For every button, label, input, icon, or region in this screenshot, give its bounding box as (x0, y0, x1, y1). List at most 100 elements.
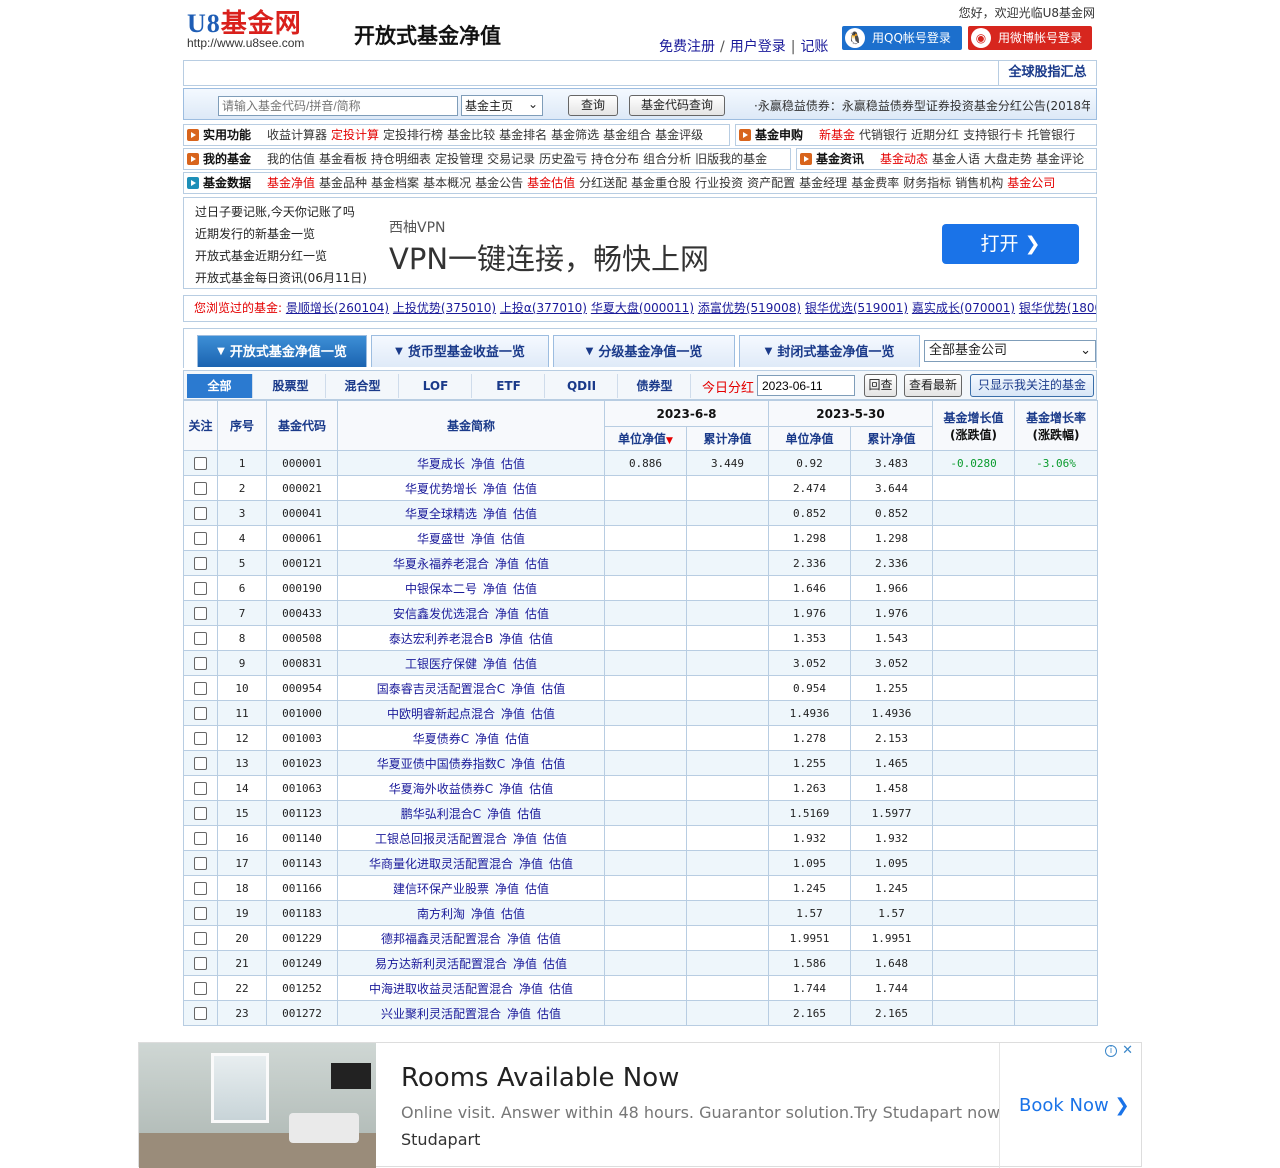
nav-link[interactable]: 净值 (513, 832, 537, 846)
fund-name-link[interactable]: 易方达新利灵活配置混合 (375, 957, 507, 971)
menu-link[interactable]: 定投计算 (331, 128, 379, 142)
menu-link[interactable]: 财务指标 (903, 176, 951, 190)
follow-checkbox[interactable] (194, 981, 207, 995)
cell-code[interactable]: 000121 (266, 550, 338, 576)
estimate-link[interactable]: 估值 (501, 907, 525, 921)
login-link[interactable]: 用户登录 (730, 39, 786, 55)
cell-code[interactable]: 001023 (266, 750, 338, 776)
menu-link[interactable]: 定投排行榜 (383, 128, 443, 142)
cell-code[interactable]: 000061 (266, 525, 338, 551)
fund-name-link[interactable]: 工银医疗保健 (405, 657, 477, 671)
col-accum-nav-1[interactable]: 累计净值 (686, 426, 769, 451)
tab-closed-fund[interactable]: ▼ 封闭式基金净值一览 (739, 335, 920, 367)
view-latest-button[interactable]: 查看最新 (904, 374, 962, 397)
estimate-link[interactable]: 估值 (549, 982, 573, 996)
browsed-fund-link[interactable]: 银华优势(180001) (1019, 301, 1096, 315)
menu-link[interactable]: 基金评论 (1036, 152, 1084, 166)
nav-link[interactable]: 净值 (495, 607, 519, 621)
fund-name-link[interactable]: 华夏亚债中国债券指数C (377, 757, 505, 771)
menu-link[interactable]: 基金重仓股 (631, 176, 691, 190)
nav-link[interactable]: 净值 (471, 532, 495, 546)
cell-code[interactable]: 000190 (266, 575, 338, 601)
fund-name-link[interactable]: 华夏成长 (417, 457, 465, 471)
nav-link[interactable]: 净值 (513, 957, 537, 971)
follow-checkbox[interactable] (194, 956, 207, 970)
nav-link[interactable]: 净值 (471, 457, 495, 471)
nav-link[interactable]: 净值 (475, 732, 499, 746)
filter-all[interactable]: 全部 (187, 374, 253, 398)
follow-checkbox[interactable] (194, 1006, 207, 1020)
fund-search-input[interactable] (218, 96, 458, 116)
tab-graded-fund[interactable]: ▼ 分级基金净值一览 (553, 335, 735, 367)
filter-bond[interactable]: 债券型 (619, 374, 691, 398)
menu-link[interactable]: 托管银行 (1027, 128, 1075, 142)
fund-name-link[interactable]: 工银总回报灵活配置混合 (375, 832, 507, 846)
fund-name-link[interactable]: 兴业聚利灵活配置混合 (381, 1007, 501, 1021)
bookkeeping-link[interactable]: 记账 (800, 39, 828, 55)
news-item[interactable]: 开放式基金近期分红一览 (195, 245, 367, 267)
nav-link[interactable]: 净值 (511, 757, 535, 771)
query-button[interactable]: 查询 (568, 95, 618, 116)
follow-checkbox[interactable] (194, 781, 207, 795)
news-item[interactable]: 过日子要记账,今天你记账了吗 (195, 201, 367, 223)
menu-link[interactable]: 旧版我的基金 (695, 152, 767, 166)
follow-checkbox[interactable] (194, 556, 207, 570)
tab-open-fund[interactable]: ▼ 开放式基金净值一览 (197, 335, 367, 367)
estimate-link[interactable]: 估值 (549, 857, 573, 871)
ad-open-button[interactable]: 打开 ❯ (942, 224, 1079, 264)
menu-link[interactable]: 交易记录 (487, 152, 535, 166)
cell-code[interactable]: 000041 (266, 500, 338, 526)
estimate-link[interactable]: 估值 (531, 707, 555, 721)
filter-qdii[interactable]: QDII (546, 374, 618, 398)
menu-link[interactable]: 定投管理 (435, 152, 483, 166)
fund-name-link[interactable]: 中欧明睿新起点混合 (387, 707, 495, 721)
news-item[interactable]: 近期发行的新基金一览 (195, 223, 367, 245)
global-index-link[interactable]: 全球股指汇总 (998, 61, 1096, 85)
browsed-fund-link[interactable]: 添富优势(519008) (698, 301, 801, 315)
menu-link[interactable]: 组合分析 (643, 152, 691, 166)
menu-link[interactable]: 支持银行卡 (963, 128, 1023, 142)
cell-code[interactable]: 000433 (266, 600, 338, 626)
col-accum-nav-2[interactable]: 累计净值 (849, 426, 934, 451)
browsed-fund-link[interactable]: 银华优选(519001) (805, 301, 908, 315)
follow-checkbox[interactable] (194, 856, 207, 870)
nav-link[interactable]: 净值 (483, 657, 507, 671)
follow-checkbox[interactable] (194, 631, 207, 645)
browsed-fund-link[interactable]: 嘉实成长(070001) (912, 301, 1015, 315)
cell-code[interactable]: 000021 (266, 475, 338, 501)
menu-link[interactable]: 基金公司 (1007, 176, 1055, 190)
weibo-login-button[interactable]: ◉ 用微博帐号登录 (968, 26, 1092, 50)
follow-checkbox[interactable] (194, 681, 207, 695)
estimate-link[interactable]: 估值 (501, 532, 525, 546)
estimate-link[interactable]: 估值 (541, 757, 565, 771)
col-name[interactable]: 基金简称 (337, 400, 605, 451)
cell-code[interactable]: 001183 (266, 900, 338, 926)
only-followed-button[interactable]: 只显示我关注的基金 (970, 374, 1094, 397)
menu-link[interactable]: 基金经理 (799, 176, 847, 190)
menu-link[interactable]: 基金看板 (319, 152, 367, 166)
follow-checkbox[interactable] (194, 581, 207, 595)
qq-login-button[interactable]: 🐧 用QQ帐号登录 (842, 26, 962, 50)
tab-money-fund[interactable]: ▼ 货币型基金收益一览 (371, 335, 549, 367)
menu-link[interactable]: 销售机构 (955, 176, 1003, 190)
menu-link[interactable]: 行业投资 (695, 176, 743, 190)
nav-link[interactable]: 净值 (483, 507, 507, 521)
menu-link[interactable]: 分红送配 (579, 176, 627, 190)
nav-link[interactable]: 净值 (501, 707, 525, 721)
fund-name-link[interactable]: 安信鑫发优选混合 (393, 607, 489, 621)
filter-etf[interactable]: ETF (473, 374, 545, 398)
register-link[interactable]: 免费注册 (659, 39, 715, 55)
nav-link[interactable]: 净值 (495, 557, 519, 571)
menu-link[interactable]: 近期分红 (911, 128, 959, 142)
follow-checkbox[interactable] (194, 456, 207, 470)
col-code[interactable]: 基金代码 (266, 400, 338, 451)
estimate-link[interactable]: 估值 (537, 932, 561, 946)
menu-link[interactable]: 我的估值 (267, 152, 315, 166)
menu-link[interactable]: 基金排名 (499, 128, 547, 142)
col-rate[interactable]: 基金增长率 (涨跌幅) (1014, 400, 1099, 451)
follow-checkbox[interactable] (194, 531, 207, 545)
nav-link[interactable]: 净值 (483, 582, 507, 596)
menu-link[interactable]: 基金人语 (932, 152, 980, 166)
browsed-fund-link[interactable]: 上投优势(375010) (393, 301, 496, 315)
cell-code[interactable]: 001249 (266, 950, 338, 976)
